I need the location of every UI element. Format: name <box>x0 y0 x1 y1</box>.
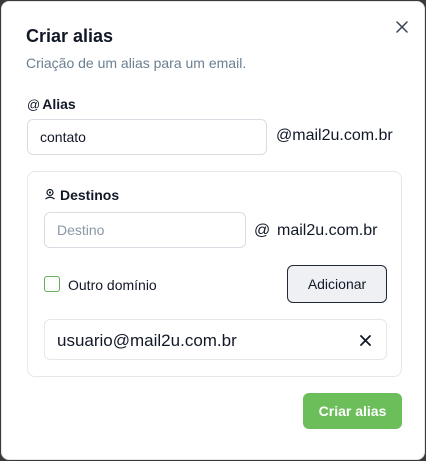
destinations-card: Destinos @ mail2u.com.br Outro domínio A… <box>27 171 402 377</box>
destination-input[interactable] <box>44 212 246 248</box>
destination-email: usuario@mail2u.com.br <box>57 331 237 350</box>
close-icon[interactable] <box>357 332 373 348</box>
at-icon: @ <box>27 96 41 112</box>
close-icon[interactable] <box>393 18 411 36</box>
alias-label-text: Alias <box>42 96 76 112</box>
destinations-label-text: Destinos <box>60 187 120 203</box>
user-pin-icon <box>44 187 56 203</box>
dialog-title: Criar alias <box>26 26 114 46</box>
alias-label: @ Alias <box>27 96 76 112</box>
other-domain-label: Outro domínio <box>68 277 157 293</box>
destination-at-symbol: @ <box>254 222 271 239</box>
dialog-subtitle: Criação de um alias para um email. <box>26 55 247 71</box>
create-alias-dialog: Criar alias Criação de um alias para um … <box>1 1 425 460</box>
add-destination-button[interactable]: Adicionar <box>287 265 387 303</box>
destination-domain: mail2u.com.br <box>277 222 378 239</box>
other-domain-checkbox[interactable] <box>44 276 60 292</box>
alias-domain-suffix: @mail2u.com.br <box>276 127 393 144</box>
destination-list-item: usuario@mail2u.com.br <box>44 319 387 360</box>
create-alias-button[interactable]: Criar alias <box>303 393 402 429</box>
alias-input[interactable] <box>27 119 267 155</box>
destinations-label: Destinos <box>44 187 119 203</box>
